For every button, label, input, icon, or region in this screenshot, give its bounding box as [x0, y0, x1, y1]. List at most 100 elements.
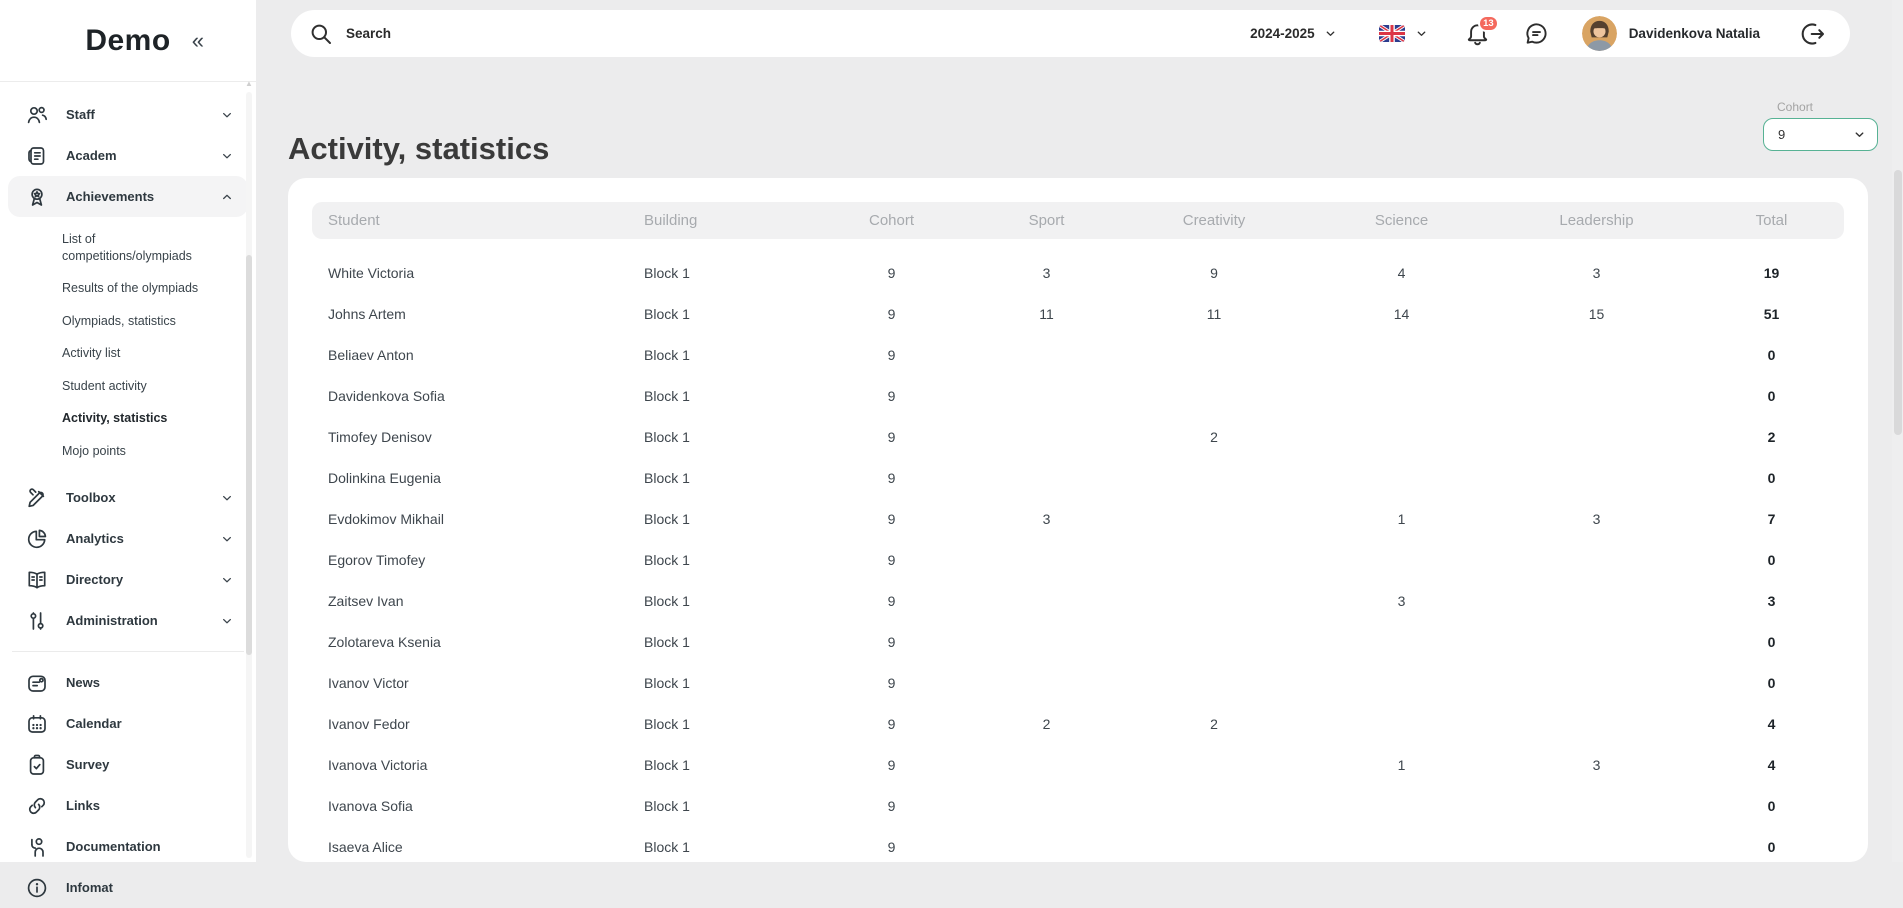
- notifications-button[interactable]: 13: [1464, 20, 1491, 47]
- sidebar-secondary-nav: News Calendar SurveyLinksDocumentationInfo…: [0, 662, 256, 908]
- sidebar: Demo « StaffAcademAchievementsList of co…: [0, 0, 256, 862]
- sidebar-collapse-icon[interactable]: «: [192, 22, 204, 60]
- sidebar-item-label: Directory: [66, 572, 220, 587]
- sidebar-item-toolbox[interactable]: Toolbox: [8, 477, 248, 518]
- chat-icon: [1523, 20, 1550, 47]
- chevron-down-icon: [220, 573, 234, 587]
- documentation-icon: [25, 835, 49, 859]
- cell-creativity: 9: [1119, 265, 1309, 281]
- table-row: Ivanov FedorBlock 19224: [312, 703, 1844, 744]
- cell-cohort: 9: [809, 593, 974, 609]
- uk-flag-icon: [1379, 25, 1405, 42]
- column-header-student: Student: [312, 212, 632, 229]
- sidebar-item-academ[interactable]: Academ: [8, 135, 248, 176]
- sidebar-subitem-activity-statistics[interactable]: Activity, statistics: [0, 402, 256, 435]
- cell-cohort: 9: [809, 306, 974, 322]
- cell-building: Block 1: [632, 429, 809, 445]
- sidebar-item-label: Staff: [66, 107, 220, 122]
- search-input[interactable]: [344, 25, 764, 42]
- statistics-card: StudentBuildingCohortSportCreativityScie…: [288, 178, 1868, 862]
- sidebar-scrollbar-thumb[interactable]: [246, 255, 252, 655]
- cell-student: Isaeva Alice: [312, 839, 632, 855]
- language-dropdown[interactable]: [1379, 25, 1428, 42]
- table-row: Evdokimov MikhailBlock 193137: [312, 498, 1844, 539]
- cell-cohort: 9: [809, 839, 974, 855]
- cell-building: Block 1: [632, 552, 809, 568]
- sidebar-item-analytics[interactable]: Analytics: [8, 518, 248, 559]
- cell-student: Timofey Denisov: [312, 429, 632, 445]
- chevron-down-icon: [1415, 27, 1428, 40]
- sidebar-item-documentation[interactable]: Documentation: [8, 826, 248, 867]
- topbar: 2024-2025 13: [291, 10, 1850, 57]
- table-row: Zolotareva KseniaBlock 190: [312, 621, 1844, 662]
- table-row: Timofey DenisovBlock 1922: [312, 416, 1844, 457]
- sidebar-item-label: News: [66, 675, 234, 690]
- sidebar-item-achievements[interactable]: Achievements: [8, 176, 248, 217]
- sidebar-item-directory[interactable]: Directory: [8, 559, 248, 600]
- page-scrollbar-thumb[interactable]: [1894, 170, 1902, 435]
- column-header-cohort: Cohort: [809, 212, 974, 229]
- cell-building: Block 1: [632, 347, 809, 363]
- cell-creativity: 2: [1119, 429, 1309, 445]
- user-name: Davidenkova Natalia: [1629, 26, 1760, 41]
- messages-button[interactable]: [1523, 20, 1550, 47]
- sidebar-subitem-student-activity[interactable]: Student activity: [0, 370, 256, 403]
- pie-chart-icon: [25, 527, 49, 551]
- cell-total: 19: [1699, 265, 1844, 281]
- sidebar-item-label: Toolbox: [66, 490, 220, 505]
- cell-leadership: 3: [1494, 511, 1699, 527]
- cell-cohort: 9: [809, 716, 974, 732]
- table-row: Davidenkova SofiaBlock 190: [312, 375, 1844, 416]
- cell-science: 4: [1309, 265, 1494, 281]
- cell-sport: 11: [974, 306, 1119, 322]
- sidebar-item-links[interactable]: Links: [8, 785, 248, 826]
- cell-building: Block 1: [632, 798, 809, 814]
- cell-total: 0: [1699, 388, 1844, 404]
- chevron-down-icon: [220, 149, 234, 163]
- sidebar-item-calendar[interactable]: Calendar: [8, 703, 248, 744]
- cell-cohort: 9: [809, 429, 974, 445]
- cohort-select[interactable]: 9: [1763, 118, 1878, 151]
- user-menu[interactable]: Davidenkova Natalia: [1582, 16, 1760, 51]
- chevron-down-icon: [220, 614, 234, 628]
- sidebar-item-administration[interactable]: Administration: [8, 600, 248, 641]
- open-book-icon: [25, 568, 49, 592]
- table-row: Dolinkina EugeniaBlock 190: [312, 457, 1844, 498]
- cell-cohort: 9: [809, 347, 974, 363]
- column-header-total: Total: [1699, 212, 1844, 229]
- cell-total: 0: [1699, 634, 1844, 650]
- sidebar-subitem-mojo-points[interactable]: Mojo points: [0, 435, 256, 468]
- avatar: [1582, 16, 1617, 51]
- school-year-dropdown[interactable]: 2024-2025: [1250, 26, 1337, 41]
- cell-cohort: 9: [809, 634, 974, 650]
- sidebar-submenu: List of competitions/olympiadsResults of…: [0, 217, 256, 477]
- cell-science: 1: [1309, 511, 1494, 527]
- cell-building: Block 1: [632, 634, 809, 650]
- sliders-icon: [25, 609, 49, 633]
- search-bar: [307, 22, 1250, 46]
- logout-button[interactable]: [1800, 21, 1826, 47]
- sidebar-subitem-list-of-competitions-olympiads[interactable]: List of competitions/olympiads: [0, 223, 256, 272]
- cell-building: Block 1: [632, 511, 809, 527]
- sidebar-item-survey[interactable]: Survey: [8, 744, 248, 785]
- sidebar-item-label: Administration: [66, 613, 220, 628]
- sidebar-item-news[interactable]: News: [8, 662, 248, 703]
- sidebar-header: Demo «: [0, 0, 256, 82]
- cell-total: 0: [1699, 798, 1844, 814]
- cell-building: Block 1: [632, 470, 809, 486]
- cell-science: 3: [1309, 593, 1494, 609]
- cell-total: 4: [1699, 757, 1844, 773]
- cell-student: Johns Artem: [312, 306, 632, 322]
- cell-student: Zaitsev Ivan: [312, 593, 632, 609]
- cell-building: Block 1: [632, 306, 809, 322]
- cell-student: Ivanova Victoria: [312, 757, 632, 773]
- sidebar-item-infomat[interactable]: Infomat: [8, 867, 248, 908]
- sidebar-subitem-results-of-the-olympiads[interactable]: Results of the olympiads: [0, 272, 256, 305]
- sidebar-scroll-up-icon[interactable]: ▲: [245, 80, 253, 88]
- table-row: Ivanov VictorBlock 190: [312, 662, 1844, 703]
- sidebar-item-staff[interactable]: Staff: [8, 94, 248, 135]
- sidebar-item-label: Calendar: [66, 716, 234, 731]
- sidebar-subitem-olympiads-statistics[interactable]: Olympiads, statistics: [0, 305, 256, 338]
- sidebar-subitem-activity-list[interactable]: Activity list: [0, 337, 256, 370]
- chevron-down-icon: [220, 108, 234, 122]
